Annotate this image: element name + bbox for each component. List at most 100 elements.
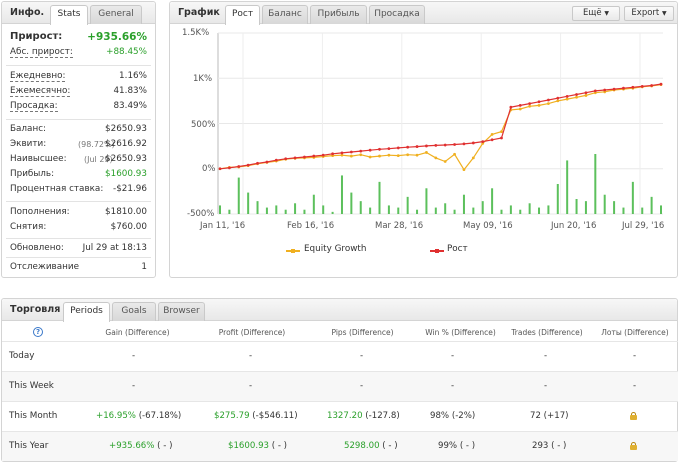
growth-point: [622, 86, 625, 90]
col-header-trades[interactable]: Trades (Difference): [503, 328, 591, 337]
monthly-label[interactable]: Ежемесячно:: [10, 86, 71, 97]
tab-periods[interactable]: Periods: [63, 302, 110, 322]
growth-point: [640, 84, 644, 88]
equity-growth-point: [622, 87, 625, 91]
gain-cell: -: [132, 351, 136, 361]
trades-cell: -: [544, 351, 548, 361]
growth-point: [227, 166, 231, 170]
help-icon-glyph: ?: [35, 328, 41, 336]
tracking-row: Отслеживание 1: [10, 262, 147, 276]
tab-browser[interactable]: Browser: [158, 302, 205, 321]
equity-growth-point: [387, 153, 391, 157]
daily-bar: [491, 188, 494, 214]
growth-point: [331, 152, 334, 156]
y-tick-label: 1.5K%: [182, 28, 210, 38]
pips-diff: ( - ): [382, 441, 398, 451]
y-tick-label: 500%: [191, 120, 216, 130]
interest-value: -$21.96: [113, 184, 147, 194]
equity-growth-point: [612, 88, 616, 92]
tab-growth[interactable]: Рост: [225, 5, 260, 25]
growth-point: [462, 142, 466, 146]
pips-cell: 5298.00 ( - ): [344, 441, 398, 451]
tab-drawdown[interactable]: Просадка: [369, 5, 425, 24]
equity-growth-point: [425, 151, 428, 154]
daily-row: Ежедневно: 1.16%: [10, 71, 147, 85]
tab-goals[interactable]: Goals: [112, 302, 156, 321]
growth-point: [509, 105, 513, 109]
daily-bar: [538, 207, 541, 214]
help-icon[interactable]: ?: [33, 327, 43, 337]
win-diff: (-2%): [451, 411, 476, 421]
daily-bar: [434, 207, 437, 214]
daily-bar: [294, 203, 297, 214]
export-button[interactable]: Export ▼: [624, 6, 674, 21]
y-tick-label: -500%: [187, 209, 215, 219]
daily-bar: [519, 209, 522, 214]
lots-cell: -: [633, 351, 637, 361]
daily-bar: [284, 209, 287, 214]
updated-row: Обновлено: Jul 29 at 18:13: [10, 243, 147, 257]
interest-label: Процентная ставка:: [10, 184, 104, 194]
drawdown-label[interactable]: Просадка:: [10, 101, 58, 112]
equity-growth-point: [453, 152, 456, 156]
daily-bar: [453, 209, 456, 214]
growth-point: [584, 91, 588, 95]
daily-bar: [369, 207, 372, 214]
abs-growth-label[interactable]: Абс. прирост:: [10, 47, 73, 58]
win-cell: 98% (-2%): [430, 411, 475, 421]
growth-point: [547, 98, 550, 102]
daily-label[interactable]: Ежедневно:: [10, 71, 66, 82]
more-button[interactable]: Ещё ▼: [572, 6, 620, 21]
col-header-win[interactable]: Win % (Difference): [418, 328, 503, 337]
equity-growth-point: [575, 95, 578, 99]
daily-bar: [566, 160, 569, 214]
gain-diff: ( - ): [157, 441, 173, 451]
x-tick-label: May 09, '16: [463, 221, 513, 231]
drawdown-row: Просадка: 83.49%: [10, 101, 147, 115]
x-tick-label: Feb 16, '16: [287, 221, 335, 231]
tab-profit[interactable]: Прибыль: [310, 5, 367, 24]
growth-point: [303, 155, 306, 159]
equity-growth-point: [396, 154, 400, 158]
growth-value: +935.66%: [87, 31, 147, 43]
equity-growth-point: [500, 130, 503, 134]
legend-growth-label[interactable]: Рост: [447, 244, 468, 254]
daily-bar: [584, 201, 587, 214]
equity-growth-point: [378, 154, 381, 158]
withdrawals-value: $760.00: [110, 222, 147, 232]
profit-cell: -: [249, 351, 253, 361]
y-tick-label: 0%: [202, 164, 216, 174]
daily-bar: [387, 205, 390, 214]
daily-bar: [509, 205, 512, 214]
equity-growth-point: [349, 154, 353, 158]
col-header-gain[interactable]: Gain (Difference): [95, 328, 180, 337]
chart-tabbar: График Рост Баланс Прибыль Просадка Ещё …: [170, 2, 677, 25]
col-header-lots[interactable]: Лоты (Difference): [595, 328, 675, 337]
equity-growth-point: [518, 107, 522, 111]
info-panel: Инфо. Stats General Прирост: +935.66% Аб…: [1, 1, 156, 278]
daily-bar: [641, 207, 644, 214]
equity-growth-point: [481, 142, 485, 145]
equity-growth-point: [471, 156, 475, 160]
equity-growth-point: [284, 157, 288, 161]
gain-diff: (-67.18%): [138, 411, 182, 421]
legend-equity-label[interactable]: Equity Growth: [304, 244, 366, 254]
growth-point: [518, 104, 522, 107]
growth-point: [612, 87, 616, 91]
equity-growth-point: [509, 108, 513, 112]
tab-balance[interactable]: Баланс: [262, 5, 308, 24]
profit-diff: (-$546.11): [252, 411, 298, 421]
x-tick-label: Mar 28, '16: [375, 221, 424, 231]
col-header-profit[interactable]: Profit (Difference): [207, 328, 297, 337]
divider: [6, 201, 151, 202]
growth-point: [631, 85, 635, 89]
growth-point: [237, 165, 241, 168]
col-header-pips[interactable]: Pips (Difference): [320, 328, 405, 337]
equity-growth-point: [650, 84, 654, 88]
tab-stats[interactable]: Stats: [50, 5, 88, 25]
tab-general[interactable]: General: [90, 5, 142, 24]
growth-point: [265, 160, 269, 164]
equity-growth-point: [246, 164, 250, 167]
daily-bar: [622, 207, 625, 214]
balance-label: Баланс:: [10, 124, 46, 134]
